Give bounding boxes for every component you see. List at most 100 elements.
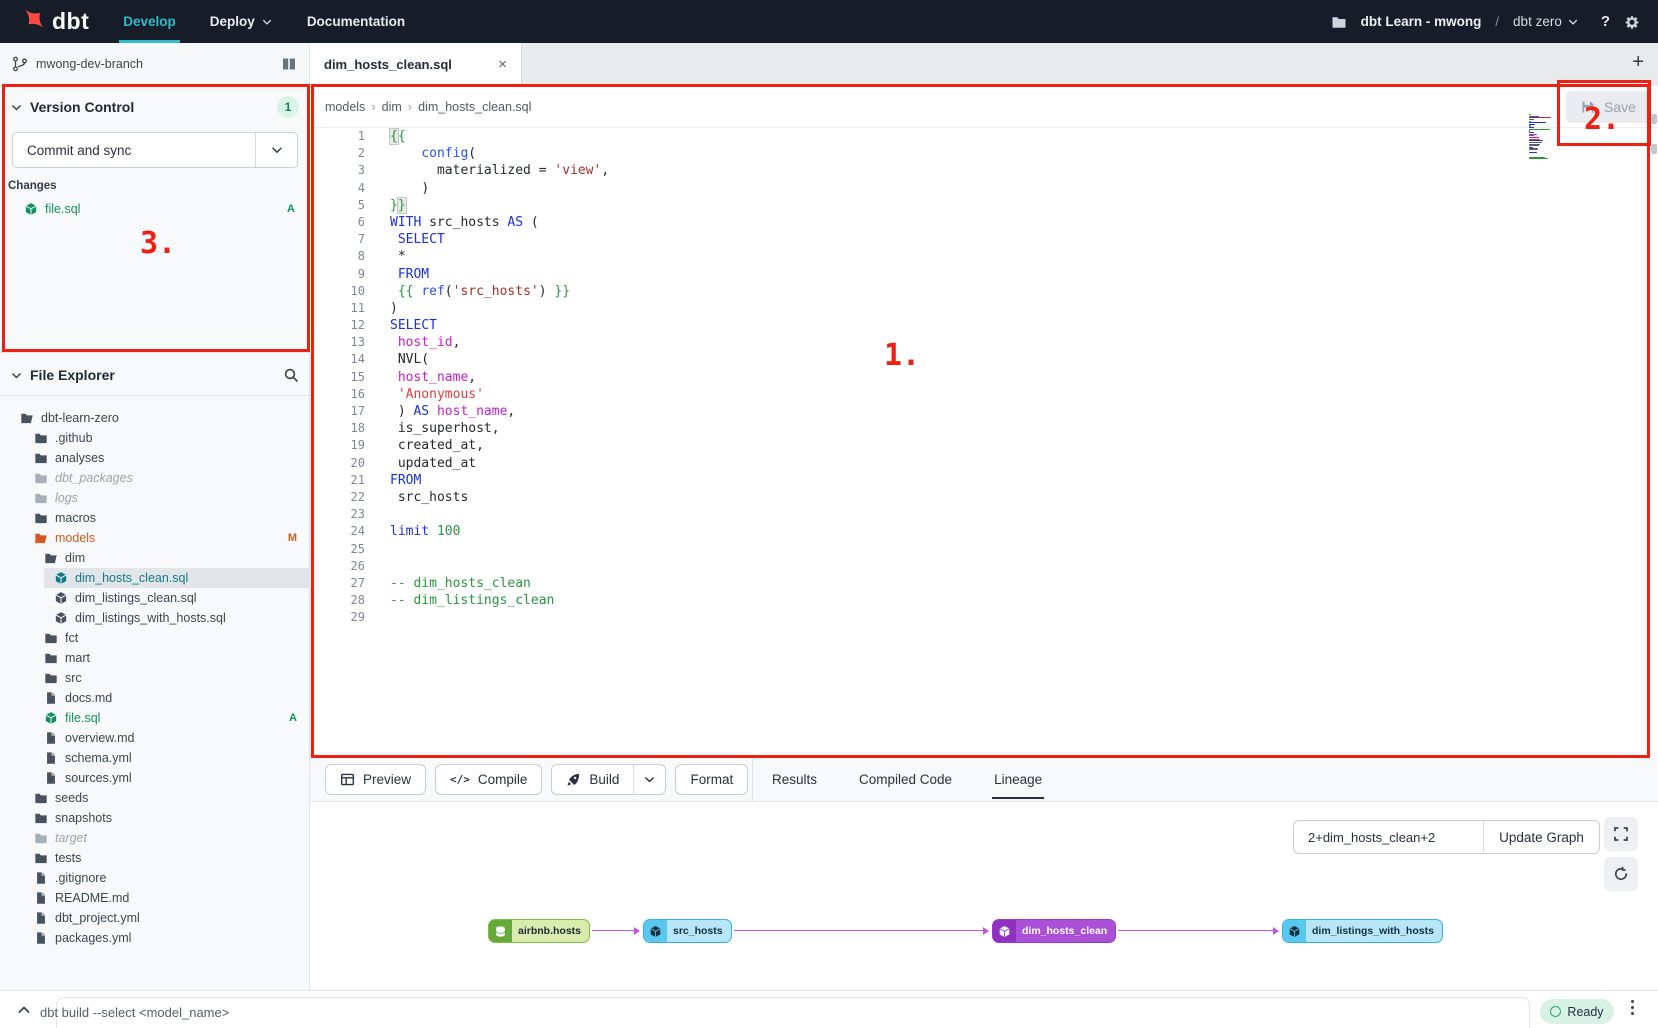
file-tree-item[interactable]: dbt_project.yml	[0, 908, 309, 928]
line-number: 10	[310, 284, 365, 301]
tab-compiled-code[interactable]: Compiled Code	[857, 758, 954, 801]
help-button[interactable]: ?	[1601, 13, 1610, 30]
minimap-line	[1529, 114, 1531, 115]
preview-button[interactable]: Preview	[325, 764, 426, 795]
file-tree-item[interactable]: tests	[0, 848, 309, 868]
file-icon	[44, 771, 58, 785]
file-tree-item[interactable]: sources.yml	[0, 768, 309, 788]
file-tree-item[interactable]: .gitignore	[0, 868, 309, 888]
file-tree-item[interactable]: seeds	[0, 788, 309, 808]
file-tree-item[interactable]: schema.yml	[0, 748, 309, 768]
file-tree-item-name: dim_listings_with_hosts.sql	[75, 611, 226, 625]
file-tree-item[interactable]: modelsM	[0, 528, 309, 548]
build-options-caret[interactable]	[633, 765, 665, 794]
file-tree-item[interactable]: mart	[0, 648, 309, 668]
dbt-logo[interactable]: dbt	[18, 8, 89, 35]
search-icon[interactable]	[283, 367, 299, 383]
lineage-node-dim_hosts_clean[interactable]: dim_hosts_clean	[992, 919, 1116, 943]
line-number: 5	[310, 198, 365, 215]
file-tree-item[interactable]: docs.md	[0, 688, 309, 708]
nav-item-documentation[interactable]: Documentation	[307, 0, 405, 43]
version-control-header[interactable]: Version Control 1	[0, 95, 309, 119]
file-tree-item[interactable]: snapshots	[0, 808, 309, 828]
close-tab-icon[interactable]: ×	[498, 56, 507, 73]
code-line: 24limit 100	[310, 524, 1658, 541]
line-number: 17	[310, 404, 365, 421]
expand-command-bar-icon[interactable]	[16, 1002, 32, 1018]
file-tree-item[interactable]: analyses	[0, 448, 309, 468]
compile-button[interactable]: </>Compile	[435, 764, 542, 795]
tab-results[interactable]: Results	[770, 758, 819, 801]
code-line: 17 ) AS host_name,	[310, 404, 1658, 421]
file-tree-item[interactable]: fct	[0, 628, 309, 648]
file-tree-item[interactable]: src	[0, 668, 309, 688]
file-tree-item[interactable]: README.md	[0, 888, 309, 908]
git-status-badge: M	[288, 532, 297, 544]
environment-selector[interactable]: dbt zero	[1513, 14, 1579, 29]
code-text: )	[390, 301, 398, 318]
file-tree-item[interactable]: dim_hosts_clean.sql	[0, 568, 309, 588]
branch-name: mwong-dev-branch	[36, 57, 273, 71]
lineage-node-src_hosts[interactable]: src_hosts	[643, 919, 732, 943]
breadcrumb-item[interactable]: models	[325, 100, 365, 114]
file-explorer-header[interactable]: File Explorer	[0, 363, 309, 387]
minimap[interactable]	[1529, 114, 1553, 162]
file-icon	[34, 891, 48, 905]
format-button[interactable]: Format	[675, 764, 748, 795]
breadcrumb-item[interactable]: dim_hosts_clean.sql	[418, 100, 531, 114]
lineage-node-dim_listings_with_hosts[interactable]: dim_listings_with_hosts	[1282, 919, 1443, 943]
file-tree-item[interactable]: dbt_packages	[0, 468, 309, 488]
file-tree-item[interactable]: .github	[0, 428, 309, 448]
file-tree-item[interactable]: logs	[0, 488, 309, 508]
file-tree-item[interactable]: file.sqlA	[0, 708, 309, 728]
lineage-panel: 2+dim_hosts_clean+2 Update Graph airbnb.…	[310, 801, 1658, 990]
lineage-node-airbnb-hosts[interactable]: airbnb.hosts	[488, 919, 590, 943]
breadcrumb-separator: ›	[408, 99, 412, 114]
line-number: 25	[310, 542, 365, 559]
model-cube-icon	[24, 202, 38, 216]
rocket-icon	[566, 772, 581, 787]
minimap-line	[1529, 152, 1537, 153]
commit-options-caret[interactable]	[255, 133, 297, 167]
lineage-node-label: src_hosts	[667, 920, 731, 942]
file-tree-item[interactable]: dim	[0, 548, 309, 568]
minimap-line	[1529, 137, 1539, 138]
branch-selector[interactable]: mwong-dev-branch	[0, 43, 310, 86]
code-line: 5}}	[310, 198, 1658, 215]
code-line: 6WITH src_hosts AS (	[310, 215, 1658, 232]
nav-item-develop[interactable]: Develop	[123, 0, 176, 43]
nav-item-deploy[interactable]: Deploy	[210, 0, 273, 43]
code-area[interactable]: 1{{2 config(3 materialized = 'view',4 )5…	[310, 129, 1658, 627]
account-name[interactable]: dbt Learn - mwong	[1361, 14, 1482, 29]
gear-icon[interactable]	[1624, 14, 1640, 30]
minimap-line	[1529, 148, 1538, 149]
build-button[interactable]: Build	[551, 764, 666, 795]
tab-lineage[interactable]: Lineage	[992, 758, 1044, 801]
file-tree-item[interactable]: target	[0, 828, 309, 848]
code-line: 8 *	[310, 249, 1658, 266]
command-input[interactable]	[56, 997, 1530, 1028]
sidebar: Version Control 1 Commit and sync Change…	[0, 86, 310, 990]
changed-file-row[interactable]: file.sqlA	[0, 198, 309, 219]
commit-and-sync-button[interactable]: Commit and sync	[12, 132, 298, 168]
minimap-line	[1529, 142, 1542, 143]
code-text: ) AS host_name,	[390, 404, 515, 421]
new-tab-button[interactable]: +	[1632, 52, 1644, 72]
docs-book-icon[interactable]	[281, 56, 297, 72]
file-tree-item[interactable]: dim_listings_with_hosts.sql	[0, 608, 309, 628]
kebab-menu-icon[interactable]	[1631, 1000, 1634, 1015]
save-button[interactable]: Save	[1566, 91, 1650, 123]
code-text: )	[390, 181, 429, 198]
file-tree-item-name: seeds	[55, 791, 88, 805]
file-tree-item[interactable]: macros	[0, 508, 309, 528]
file-tree-item[interactable]: packages.yml	[0, 928, 309, 948]
lineage-edge	[734, 930, 984, 931]
file-tree-item[interactable]: overview.md	[0, 728, 309, 748]
file-tree-item[interactable]: dbt-learn-zero	[0, 408, 309, 428]
account-separator: /	[1495, 14, 1499, 29]
file-tree-item[interactable]: dim_listings_clean.sql	[0, 588, 309, 608]
tab-dim-hosts-clean[interactable]: dim_hosts_clean.sql ×	[310, 43, 522, 86]
breadcrumb-item[interactable]: dim	[382, 100, 402, 114]
code-line: 25	[310, 542, 1658, 559]
folder-icon	[34, 511, 48, 525]
